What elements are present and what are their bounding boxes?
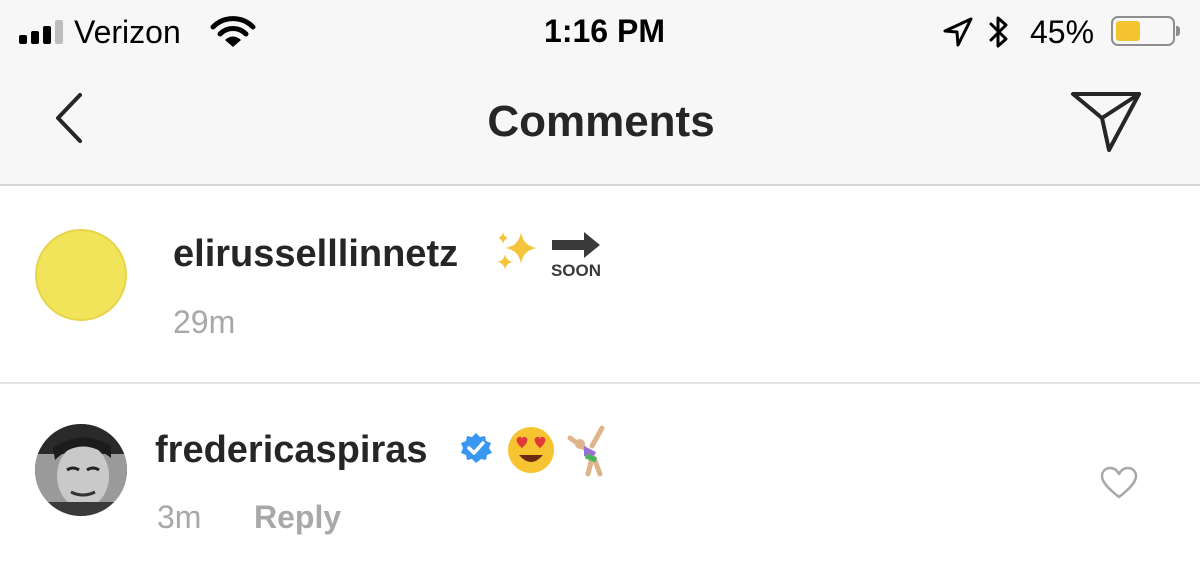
cartwheel-emoji-icon (567, 425, 605, 477)
caption-comment: elirusselllinnetz SOON 29m (0, 188, 1200, 384)
battery-cap (1176, 26, 1180, 36)
sparkles-emoji-icon (497, 232, 537, 270)
paper-plane-icon[interactable] (1068, 88, 1144, 154)
comment-username[interactable]: fredericaspiras (155, 429, 428, 472)
battery-icon (1111, 16, 1180, 46)
svg-text:SOON: SOON (551, 261, 601, 280)
status-time: 1:16 PM (544, 13, 665, 49)
location-arrow-icon (943, 17, 973, 47)
comment-time: 29m (173, 304, 236, 340)
avatar-photo-icon (35, 424, 127, 516)
heart-outline-icon[interactable] (1100, 466, 1138, 500)
avatar[interactable] (35, 424, 127, 516)
reply-button[interactable]: Reply (254, 499, 341, 536)
verified-badge-icon (461, 433, 492, 463)
status-bar: Verizon 1:16 PM 45% (0, 0, 1200, 64)
page-title: Comments (487, 97, 715, 146)
navigation-bar: Comments (0, 64, 1200, 186)
soon-arrow-emoji-icon: SOON (551, 232, 601, 280)
bluetooth-icon (989, 16, 1008, 48)
comment-username[interactable]: elirusselllinnetz (173, 233, 458, 276)
heart-eyes-emoji-icon (508, 427, 554, 473)
battery-level-fill (1116, 21, 1141, 41)
comment-row: fredericaspiras 3m Reply (0, 386, 1200, 583)
avatar[interactable] (35, 229, 127, 321)
battery-percent: 45% (1030, 14, 1095, 50)
comment-time: 3m (157, 499, 202, 535)
